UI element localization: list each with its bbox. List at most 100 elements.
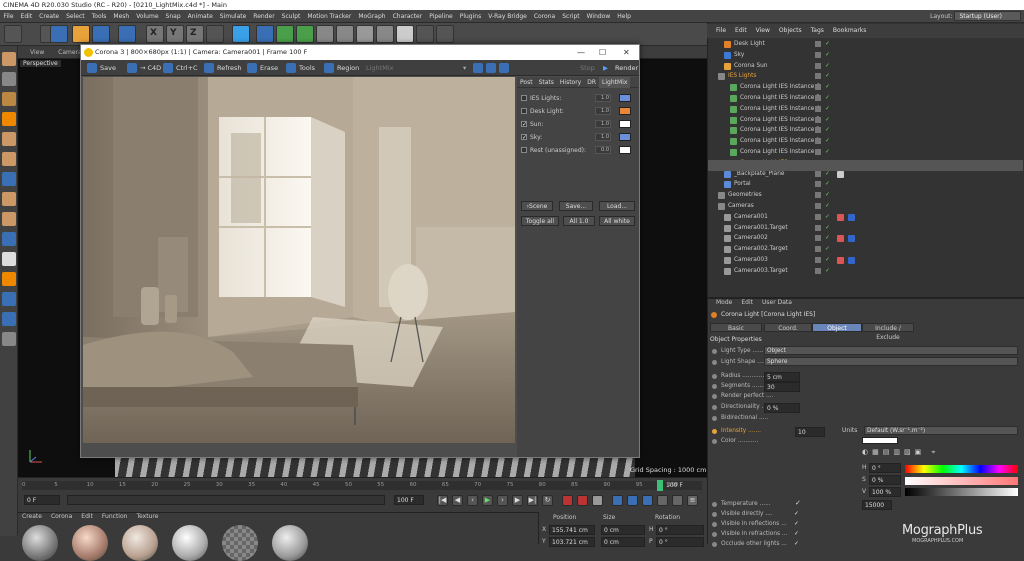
enabled-check-icon[interactable]: ✓ bbox=[825, 179, 830, 190]
visibility-flag-icon[interactable] bbox=[815, 116, 821, 123]
uv-points-icon[interactable] bbox=[2, 192, 16, 206]
autokey-button[interactable] bbox=[577, 495, 588, 506]
menu-item-mesh[interactable]: Mesh bbox=[110, 10, 133, 23]
enabled-check-icon[interactable]: ✓ bbox=[825, 50, 830, 61]
vfb-region-button[interactable]: Region bbox=[337, 60, 359, 76]
enabled-check-icon[interactable]: ✓ bbox=[825, 223, 830, 234]
refresh-icon[interactable] bbox=[204, 63, 214, 73]
material-preview-3[interactable] bbox=[122, 525, 158, 561]
vfb-lightmix-dropdown[interactable]: LightMix bbox=[366, 60, 393, 76]
object-row[interactable]: Geometries ✓ bbox=[710, 190, 1022, 201]
sculpt-icon[interactable] bbox=[2, 312, 16, 326]
objects-menu-bookmarks[interactable]: Bookmarks bbox=[833, 27, 867, 34]
go-to-end-button[interactable]: ▶| bbox=[527, 495, 538, 506]
enabled-check-icon[interactable]: ✓ bbox=[825, 82, 830, 93]
move-icon[interactable] bbox=[72, 25, 90, 43]
keyframe-dot-icon[interactable] bbox=[712, 360, 717, 365]
visibility-flag-icon[interactable] bbox=[815, 257, 821, 263]
keyframe-dot-icon[interactable] bbox=[712, 512, 717, 517]
polygons-mode-icon[interactable] bbox=[2, 152, 16, 166]
lightmix-checkbox[interactable]: ✓ bbox=[521, 134, 527, 141]
vfb-erase-button[interactable]: Erase bbox=[260, 60, 278, 76]
lightmix-save-button[interactable]: Save... bbox=[559, 201, 593, 211]
all-white-button[interactable]: All white bbox=[599, 216, 635, 226]
material-preview-4[interactable] bbox=[172, 525, 208, 561]
attribute-field[interactable]: 30 bbox=[764, 382, 800, 392]
material-menu-create[interactable]: Create bbox=[22, 513, 42, 520]
end-frame-field[interactable]: 100 F bbox=[394, 495, 424, 505]
object-row[interactable]: Camera002.Target ✓ bbox=[710, 244, 1022, 255]
key-pla-button[interactable] bbox=[672, 495, 683, 506]
tab-dr[interactable]: DR bbox=[584, 77, 599, 88]
h-field[interactable]: 0 ° bbox=[869, 463, 901, 473]
menu-item-tools[interactable]: Tools bbox=[88, 10, 110, 23]
color-swatch[interactable] bbox=[862, 437, 898, 444]
go-to-start-button[interactable]: |◀ bbox=[437, 495, 448, 506]
axis-mode-icon[interactable] bbox=[2, 172, 16, 186]
material-preview-6[interactable] bbox=[272, 525, 308, 561]
key-scale-button[interactable] bbox=[642, 495, 653, 506]
render-settings-icon[interactable] bbox=[276, 25, 294, 43]
next-key-button[interactable]: ▶ bbox=[512, 495, 523, 506]
rotate-icon[interactable] bbox=[118, 25, 136, 43]
object-row[interactable]: Camera003.Target ✓ bbox=[710, 266, 1022, 277]
saturation-slider[interactable] bbox=[905, 477, 1018, 485]
zoom-in-icon[interactable] bbox=[486, 63, 496, 73]
enabled-check-icon[interactable]: ✓ bbox=[825, 125, 830, 136]
objects-menu-view[interactable]: View bbox=[756, 27, 770, 34]
attr-menu-edit[interactable]: Edit bbox=[741, 299, 753, 306]
coord-size-x[interactable]: 0 cm bbox=[601, 525, 645, 535]
vfb-to-c4d-button[interactable]: → C4D bbox=[140, 60, 161, 76]
layout-switcher[interactable]: Layout: Startup (User) bbox=[930, 10, 1021, 23]
chevron-down-icon[interactable]: ▾ bbox=[463, 60, 466, 76]
visibility-flag-icon[interactable] bbox=[815, 235, 821, 242]
visibility-flag-icon[interactable] bbox=[815, 51, 821, 58]
keyframe-dot-icon[interactable] bbox=[712, 522, 717, 527]
enabled-check-icon[interactable]: ✓ bbox=[825, 244, 830, 255]
enabled-check-icon[interactable]: ✓ bbox=[825, 190, 830, 201]
menu-item-character[interactable]: Character bbox=[389, 10, 426, 23]
erase-icon[interactable] bbox=[247, 63, 257, 73]
lock-icon[interactable] bbox=[2, 272, 16, 286]
region-icon[interactable] bbox=[324, 63, 334, 73]
pen-icon[interactable] bbox=[316, 25, 334, 43]
keyframe-dot-icon[interactable] bbox=[712, 502, 717, 507]
keyframe-selection-button[interactable] bbox=[592, 495, 603, 506]
attr-tab-basic[interactable]: Basic bbox=[710, 323, 762, 332]
deformer-icon[interactable] bbox=[376, 25, 394, 43]
save-icon[interactable] bbox=[87, 63, 97, 73]
tab-lightmix[interactable]: LightMix bbox=[599, 77, 631, 88]
enabled-check-icon[interactable]: ✓ bbox=[825, 201, 830, 212]
visibility-flag-icon[interactable] bbox=[815, 213, 821, 220]
paint-icon[interactable] bbox=[2, 332, 16, 346]
attribute-field[interactable]: 0 % bbox=[764, 403, 800, 413]
menu-item-plugins[interactable]: Plugins bbox=[456, 10, 485, 23]
workplane-icon[interactable] bbox=[2, 92, 16, 106]
attr-menu-mode[interactable]: Mode bbox=[716, 299, 732, 306]
scene-icon[interactable] bbox=[396, 25, 414, 43]
enabled-check-icon[interactable]: ✓ bbox=[825, 104, 830, 115]
attr-tab-object[interactable]: Object bbox=[812, 323, 862, 332]
copy-icon[interactable] bbox=[163, 63, 173, 73]
enabled-check-icon[interactable]: ✓ bbox=[825, 39, 830, 50]
material-menu-corona[interactable]: Corona bbox=[51, 513, 72, 520]
coord-pos-x[interactable]: 155.741 cm bbox=[549, 525, 595, 535]
lightmix-color-swatch[interactable] bbox=[619, 120, 631, 128]
edges-mode-icon[interactable] bbox=[2, 132, 16, 146]
menu-item-file[interactable]: File bbox=[0, 10, 17, 23]
menu-item-render[interactable]: Render bbox=[250, 10, 278, 23]
next-frame-button[interactable]: › bbox=[497, 495, 508, 506]
lightmix-load-button[interactable]: Load... bbox=[599, 201, 635, 211]
target-tag-icon[interactable] bbox=[848, 257, 855, 264]
camera-tag-icon[interactable] bbox=[837, 235, 844, 243]
subdivision-icon[interactable] bbox=[336, 25, 354, 43]
menu-item-script[interactable]: Script bbox=[559, 10, 583, 23]
timeline-playhead[interactable] bbox=[657, 480, 663, 491]
camera-tag-icon[interactable] bbox=[837, 257, 844, 264]
visibility-flag-icon[interactable] bbox=[815, 246, 821, 253]
scale-icon[interactable] bbox=[92, 25, 110, 43]
timeline-menu-button[interactable]: ≡ bbox=[687, 495, 698, 506]
visibility-flag-icon[interactable] bbox=[815, 224, 821, 231]
keyframe-dot-icon[interactable] bbox=[712, 542, 717, 547]
visibility-checkbox[interactable]: ✓ bbox=[794, 540, 799, 549]
